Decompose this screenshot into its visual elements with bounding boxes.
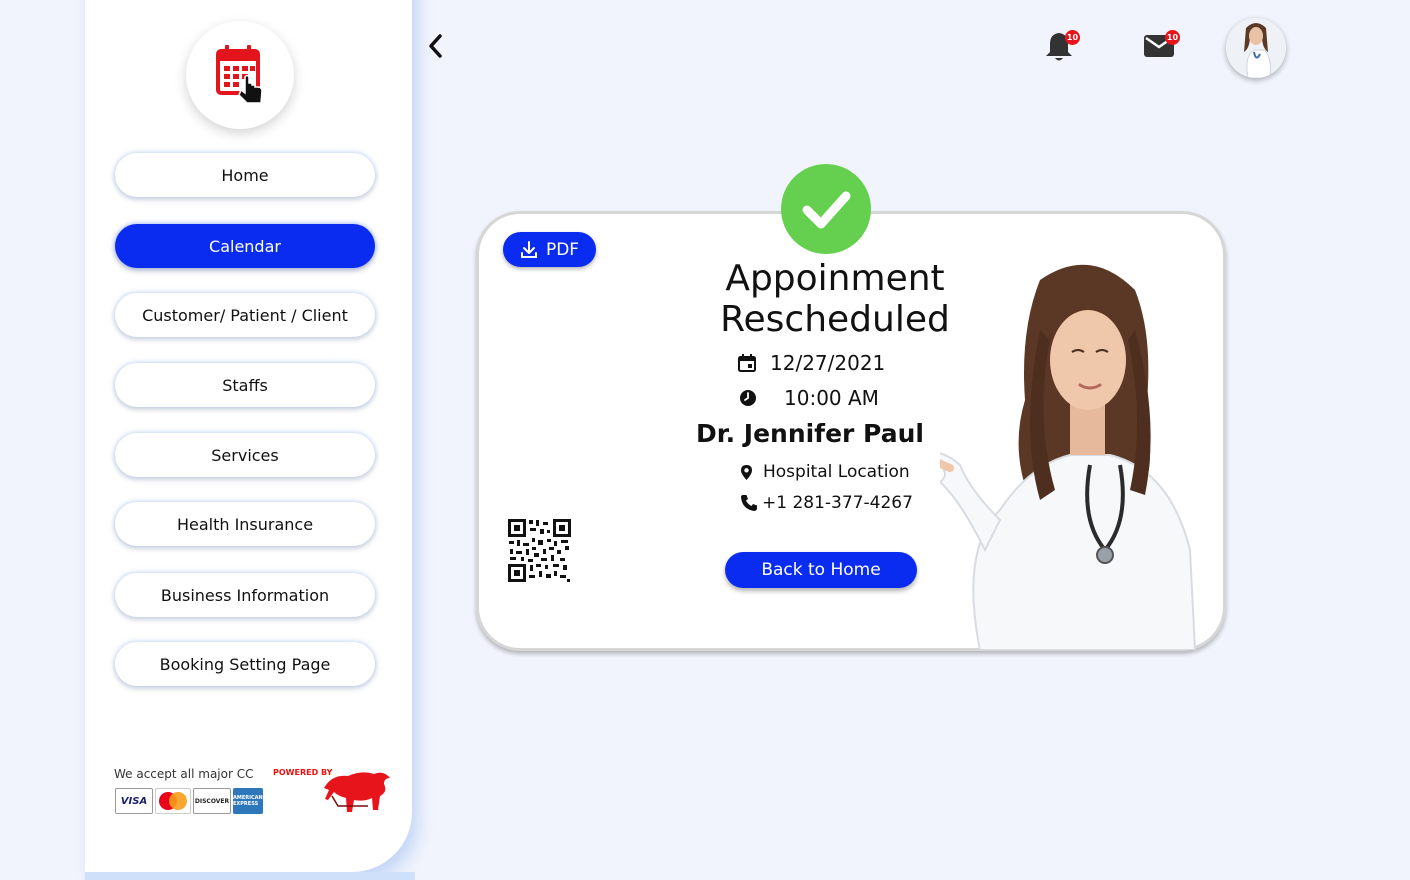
visa-logo: VISA [115, 788, 153, 814]
nav-services[interactable]: Services [115, 433, 375, 477]
appointment-date: 12/27/2021 [770, 351, 886, 375]
notification-badge: 10 [1065, 30, 1080, 45]
phone-icon [741, 495, 757, 511]
doctor-name: Dr. Jennifer Paul [696, 419, 924, 448]
location-text: Hospital Location [763, 462, 910, 482]
messages-button[interactable]: 10 [1143, 30, 1181, 62]
back-to-home-label: Back to Home [761, 560, 881, 580]
location-row: Hospital Location [740, 462, 910, 482]
nav-customer-label: Customer/ Patient / Client [142, 305, 348, 325]
nav-business-information[interactable]: Business Information [115, 573, 375, 617]
calendar-icon [738, 354, 756, 372]
location-pin-icon [741, 464, 752, 480]
nav-customer-patient-client[interactable]: Customer/ Patient / Client [115, 293, 375, 337]
nav-staffs-label: Staffs [222, 375, 268, 395]
appointment-date-row: 12/27/2021 [738, 351, 885, 375]
download-icon [520, 240, 537, 258]
credit-card-logos: VISA DISCOVER AMERICAN EXPRESS [115, 788, 263, 814]
nav-calendar-label: Calendar [209, 236, 281, 256]
nav-health-insurance[interactable]: Health Insurance [115, 502, 375, 546]
clock-icon [740, 390, 756, 406]
amex-logo: AMERICAN EXPRESS [233, 788, 263, 814]
pdf-download-button[interactable]: PDF [503, 232, 596, 267]
success-check-icon [781, 164, 871, 254]
back-arrow-icon[interactable] [425, 33, 447, 59]
qr-code-icon [507, 518, 572, 583]
message-badge: 10 [1165, 30, 1180, 45]
phone-row: +1 281-377-4267 [740, 493, 913, 513]
mastercard-icon [159, 792, 187, 810]
discover-logo: DISCOVER [193, 788, 231, 814]
pdf-label: PDF [545, 239, 580, 260]
phone-text[interactable]: +1 281-377-4267 [762, 493, 913, 513]
appointment-time-row: 10:00 AM [739, 386, 879, 410]
nav-home-label: Home [221, 165, 269, 185]
nav-home[interactable]: Home [115, 153, 375, 197]
mastercard-logo [155, 788, 191, 814]
nav-booking-setting-label: Booking Setting Page [159, 654, 331, 674]
back-to-home-button[interactable]: Back to Home [725, 552, 917, 588]
nav-health-insurance-label: Health Insurance [176, 514, 314, 534]
nav-staffs[interactable]: Staffs [115, 363, 375, 407]
user-avatar[interactable] [1226, 18, 1286, 78]
checkmark-icon [802, 191, 851, 229]
nav-booking-setting-page[interactable]: Booking Setting Page [115, 642, 375, 686]
sidebar-bottom-bar [85, 872, 415, 880]
doctor-avatar-icon [1226, 18, 1286, 78]
nav-services-label: Services [211, 445, 279, 465]
bull-logo-icon [324, 772, 390, 812]
appointment-time: 10:00 AM [784, 386, 879, 410]
doctor-photo [940, 264, 1197, 650]
nav-calendar[interactable]: Calendar [115, 224, 375, 268]
nav-business-information-label: Business Information [160, 585, 330, 605]
calendar-click-icon [216, 45, 263, 104]
app-logo[interactable] [186, 21, 294, 129]
notifications-button[interactable]: 10 [1044, 30, 1080, 64]
cc-accept-text: We accept all major CC [114, 767, 254, 781]
